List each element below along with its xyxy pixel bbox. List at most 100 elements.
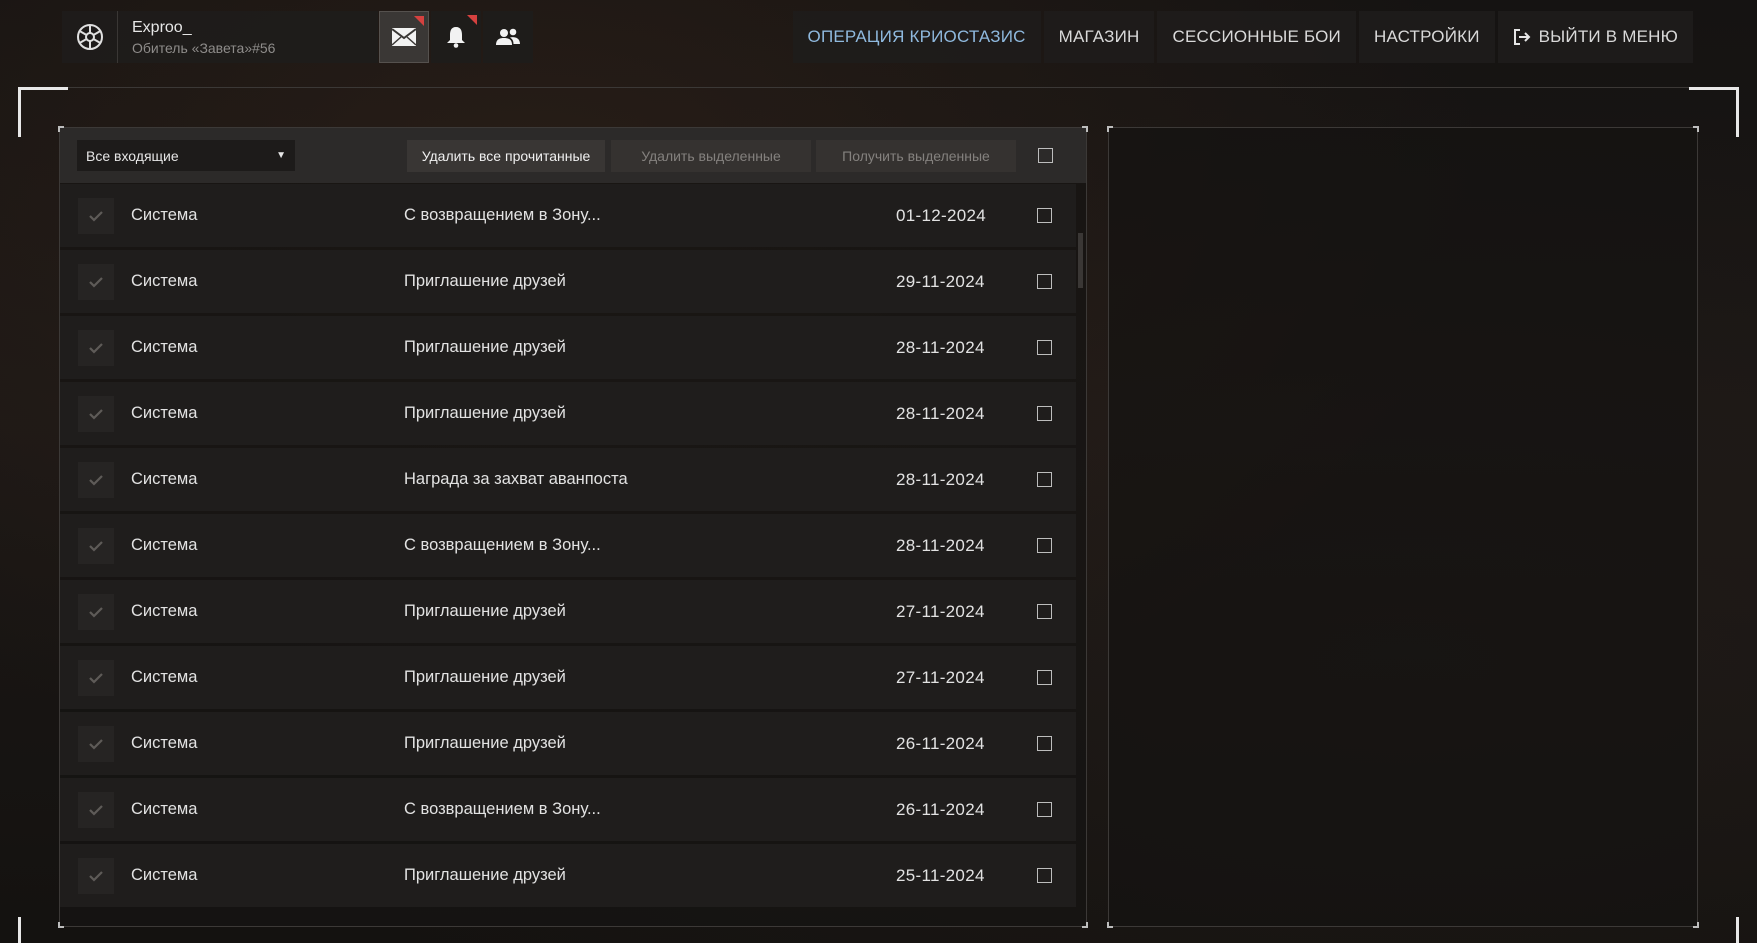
friends-icon [496,28,520,45]
mail-date: 27-11-2024 [896,667,985,687]
mail-icon [391,28,417,46]
mail-subject: Приглашение друзей [404,338,566,356]
mail-sender: Система [131,272,198,290]
main-nav: ОПЕРАЦИЯ КРИОСТАЗИС МАГАЗИН СЕССИОННЫЕ Б… [792,11,1693,63]
friends-button[interactable] [483,11,533,63]
mail-sender: Система [131,404,198,422]
read-check-icon [78,659,114,696]
nav-label: ВЫЙТИ В МЕНЮ [1538,27,1678,46]
mail-subject: С возвращением в Зону... [404,206,601,224]
select-all-checkbox[interactable] [1038,148,1053,163]
row-checkbox[interactable] [1037,802,1052,817]
panel-corner-tick [58,126,64,132]
player-subtitle: Обитель «Завета»#56 [132,39,276,56]
mail-row[interactable]: Система Приглашение друзей 25-11-2024 [60,844,1076,907]
mail-row[interactable]: Система Приглашение друзей 28-11-2024 [60,316,1076,379]
mail-date: 29-11-2024 [896,271,985,291]
faction-logo-icon [62,11,118,63]
read-check-icon [78,725,114,762]
panel-corner-tick [1082,922,1088,928]
claim-selected-button[interactable]: Получить выделенные [816,140,1016,172]
mail-button[interactable] [379,11,429,63]
mail-sender: Система [131,866,198,884]
row-checkbox[interactable] [1037,736,1052,751]
row-checkbox[interactable] [1037,868,1052,883]
mail-date: 27-11-2024 [896,601,985,621]
mail-row[interactable]: Система С возвращением в Зону... 26-11-2… [60,778,1076,841]
read-check-icon [78,329,114,366]
mail-sender: Система [131,668,198,686]
panel-corner-tick [1693,922,1699,928]
mail-row[interactable]: Система Приглашение друзей 27-11-2024 [60,646,1076,709]
frame-corner [18,917,21,943]
mail-sender: Система [131,470,198,488]
mail-sender: Система [131,734,198,752]
mail-sender: Система [131,602,198,620]
delete-selected-button[interactable]: Удалить выделенные [611,140,811,172]
mail-list: Система С возвращением в Зону... 01-12-2… [60,184,1076,928]
mail-row[interactable]: Система Награда за захват аванпоста 28-1… [60,448,1076,511]
panel-corner-tick [1082,126,1088,132]
nav-operation-cryostasis[interactable]: ОПЕРАЦИЯ КРИОСТАЗИС [792,11,1041,63]
mail-filter-value: Все входящие [86,147,179,164]
read-check-icon [78,593,114,630]
read-check-icon [78,461,114,498]
dropdown-arrow-icon: ▼ [276,150,286,161]
panel-corner-tick [58,922,64,928]
read-check-icon [78,197,114,234]
notification-marker [414,16,424,26]
mail-row[interactable]: Система Приглашение друзей 26-11-2024 [60,712,1076,775]
nav-label: НАСТРОЙКИ [1373,27,1480,46]
row-checkbox[interactable] [1037,538,1052,553]
exit-icon [1513,29,1531,45]
player-nickname: Exproo_ [132,18,192,36]
mail-date: 28-11-2024 [896,469,985,489]
mail-row[interactable]: Система Приглашение друзей 27-11-2024 [60,580,1076,643]
header-divider [18,87,1739,88]
mail-subject: Приглашение друзей [404,272,566,290]
read-check-icon [78,263,114,300]
mail-row[interactable]: Система Приглашение друзей 29-11-2024 [60,250,1076,313]
mail-preview-panel [1107,126,1699,928]
notifications-button[interactable] [431,11,481,63]
mail-sender: Система [131,536,198,554]
nav-label: ОПЕРАЦИЯ КРИОСТАЗИС [807,27,1026,46]
mail-filter-select[interactable]: Все входящие ▼ [77,140,295,171]
nav-exit-to-menu[interactable]: ВЫЙТИ В МЕНЮ [1497,11,1693,63]
mail-date: 01-12-2024 [896,205,986,225]
mail-subject: Приглашение друзей [404,668,566,686]
panel-corner-tick [1107,126,1113,132]
mail-row[interactable]: Система С возвращением в Зону... 01-12-2… [60,184,1076,247]
mail-list-scrollbar[interactable] [1078,233,1083,288]
read-check-icon [78,857,114,894]
mail-subject: Приглашение друзей [404,602,566,620]
mail-row[interactable]: Система С возвращением в Зону... 28-11-2… [60,514,1076,577]
mail-date: 25-11-2024 [896,865,985,885]
row-checkbox[interactable] [1037,406,1052,421]
read-check-icon [78,395,114,432]
mail-sender: Система [131,338,198,356]
nav-shop[interactable]: МАГАЗИН [1043,11,1155,63]
row-checkbox[interactable] [1037,340,1052,355]
nav-label: СЕССИОННЫЕ БОИ [1172,27,1341,46]
nav-settings[interactable]: НАСТРОЙКИ [1358,11,1495,63]
row-checkbox[interactable] [1037,604,1052,619]
mail-sender: Система [131,800,198,818]
row-checkbox[interactable] [1037,670,1052,685]
mail-subject: С возвращением в Зону... [404,536,601,554]
mail-subject: Награда за захват аванпоста [404,470,628,488]
mail-panel: Все входящие ▼ Удалить все прочитанные У… [58,126,1088,928]
mail-date: 26-11-2024 [896,799,985,819]
profile-panel[interactable]: Exproo_ Обитель «Завета»#56 [62,11,378,63]
read-check-icon [78,527,114,564]
mail-date: 28-11-2024 [896,337,985,357]
nav-label: МАГАЗИН [1058,27,1140,46]
mail-subject: С возвращением в Зону... [404,800,601,818]
nav-session-battles[interactable]: СЕССИОННЫЕ БОИ [1157,11,1356,63]
mail-subject: Приглашение друзей [404,866,566,884]
delete-read-button[interactable]: Удалить все прочитанные [407,140,605,172]
row-checkbox[interactable] [1037,274,1052,289]
row-checkbox[interactable] [1037,208,1052,223]
mail-row[interactable]: Система Приглашение друзей 28-11-2024 [60,382,1076,445]
row-checkbox[interactable] [1037,472,1052,487]
